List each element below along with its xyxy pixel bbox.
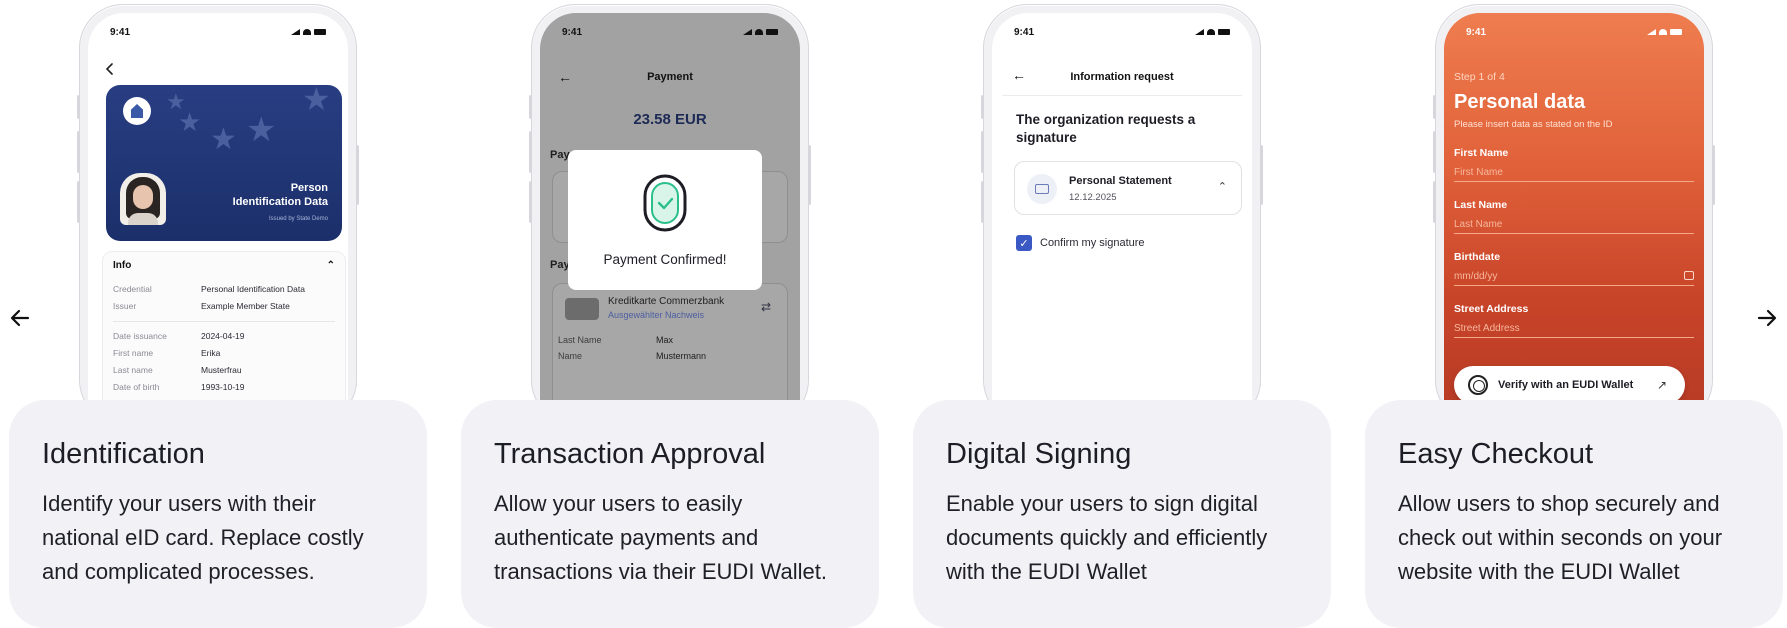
phone-screen: 9:41 ← Information request The organizat…	[992, 13, 1252, 423]
confirmation-modal: Payment Confirmed!	[568, 150, 762, 290]
back-chevron-icon[interactable]	[104, 63, 116, 75]
phone-mockup: 9:41 ★ ★ ★ ★ ★ Person Identification Dat…	[77, 4, 359, 424]
form-title: Personal data	[1454, 91, 1586, 113]
slide-identification: 9:41 ★ ★ ★ ★ ★ Person Identification Dat…	[9, 0, 427, 628]
last-name-field[interactable]: Last Name Last Name	[1454, 199, 1694, 239]
signal-icon	[1647, 29, 1656, 35]
battery-icon	[314, 29, 326, 35]
phone-mockup: 9:41 ← Information request The organizat…	[981, 4, 1263, 424]
card-description: Enable your users to sign digital docume…	[946, 491, 1268, 584]
phone-screen: 9:41 ★ ★ ★ ★ ★ Person Identification Dat…	[88, 13, 348, 423]
status-time: 9:41	[562, 26, 583, 38]
slide-digital-signing: 9:41 ← Information request The organizat…	[913, 0, 1331, 628]
star-icon: ★	[178, 107, 202, 137]
checkbox-label: Confirm my signature	[1040, 237, 1145, 249]
pay-section-label: Pay	[550, 149, 570, 161]
card-description: Allow your users to easily authenticate …	[494, 491, 827, 584]
slide-easy-checkout: 9:41 Step 1 of 4 Personal data Please in…	[1365, 0, 1783, 628]
screen-title: Payment	[647, 71, 693, 83]
card-subtitle: Ausgewählter Nachweis	[608, 310, 705, 320]
info-row: Credential Personal Identification Data	[113, 284, 305, 294]
credit-card-icon	[565, 298, 599, 320]
status-bar: 9:41	[1466, 25, 1682, 39]
swap-icon[interactable]: ⇄	[761, 300, 771, 314]
portrait-photo	[120, 173, 166, 225]
calendar-icon[interactable]	[1684, 271, 1694, 280]
signal-icon	[743, 29, 752, 35]
divider	[113, 321, 335, 322]
birthdate-field[interactable]: Birthdate mm/dd/yy	[1454, 251, 1694, 291]
phone-screen: 9:41 Step 1 of 4 Personal data Please in…	[1444, 13, 1704, 423]
chevron-up-icon: ⌃	[326, 260, 335, 271]
wifi-icon	[303, 29, 311, 35]
phone-mockup: 9:41 ← Payment 23.58 EUR Pay Payment met…	[529, 4, 811, 424]
phone-mockup: 9:41 Step 1 of 4 Personal data Please in…	[1433, 4, 1715, 424]
card-title: Transaction Approval	[494, 438, 766, 470]
status-time: 9:41	[1466, 26, 1487, 38]
status-bar: 9:41	[1014, 25, 1230, 39]
verify-eudi-wallet-button[interactable]: Verify with an EUDI Wallet ↗	[1454, 366, 1685, 404]
info-row: Date issuance 2024-04-19	[113, 331, 245, 341]
chevron-up-icon[interactable]: ⌃	[1218, 180, 1227, 193]
step-indicator: Step 1 of 4	[1454, 71, 1505, 83]
first-name-field[interactable]: First Name First Name	[1454, 147, 1694, 187]
info-row: Issuer Example Member State	[113, 301, 290, 311]
state-seal-icon	[123, 97, 151, 125]
wifi-icon	[755, 29, 763, 35]
feature-card: Easy Checkout Allow users to shop secure…	[1365, 400, 1783, 628]
star-icon: ★	[302, 85, 331, 117]
external-link-icon: ↗	[1656, 378, 1667, 392]
status-time: 9:41	[1014, 26, 1035, 38]
wifi-icon	[1207, 29, 1215, 35]
id-card-title: Person Identification Data	[232, 182, 328, 208]
confirmation-text: Payment Confirmed!	[603, 252, 727, 267]
slide-transaction-approval: 9:41 ← Payment 23.58 EUR Pay Payment met…	[461, 0, 879, 628]
card-title: Digital Signing	[946, 438, 1132, 470]
document-card[interactable]: Personal Statement 12.12.2025 ⌃	[1014, 161, 1242, 215]
battery-icon	[766, 29, 778, 35]
wifi-icon	[1659, 29, 1667, 35]
card-name: Kreditkarte Commerzbank	[608, 296, 725, 307]
battery-icon	[1218, 29, 1230, 35]
document-name: Personal Statement	[1069, 175, 1172, 187]
card-description: Allow users to shop securely and check o…	[1398, 491, 1723, 584]
payment-method-card[interactable]: Kreditkarte Commerzbank Ausgewählter Nac…	[552, 283, 788, 413]
document-icon	[1027, 174, 1057, 204]
checkmark-icon: ✓	[1016, 235, 1032, 251]
card-description: Identify your users with their national …	[42, 491, 364, 584]
info-row: Date of birth 1993-10-19	[113, 382, 245, 392]
screen-title: Information request	[1070, 71, 1174, 83]
info-row: First name Erika	[113, 348, 221, 358]
status-bar: 9:41	[562, 25, 778, 39]
street-address-field[interactable]: Street Address Street Address	[1454, 303, 1694, 343]
signal-icon	[1195, 29, 1204, 35]
feature-card: Transaction Approval Allow your users to…	[461, 400, 879, 628]
info-row: Last Name Max	[558, 335, 674, 345]
star-icon: ★	[246, 111, 277, 149]
battery-icon	[1670, 29, 1682, 35]
confirm-signature-checkbox[interactable]: ✓ Confirm my signature	[1016, 235, 1145, 251]
form-subtitle: Please insert data as stated on the ID	[1454, 119, 1613, 130]
info-header[interactable]: Info ⌃	[113, 260, 335, 271]
feature-card: Identification Identify your users with …	[9, 400, 427, 628]
info-row: Last name Musterfrau	[113, 365, 242, 375]
card-title: Identification	[42, 438, 205, 470]
divider	[1002, 95, 1242, 96]
request-heading: The organization requests a signature	[1016, 112, 1196, 145]
status-bar: 9:41	[110, 25, 326, 39]
id-card[interactable]: ★ ★ ★ ★ ★ Person Identification Data Iss…	[106, 85, 342, 241]
card-title: Easy Checkout	[1398, 438, 1594, 470]
phone-screen: 9:41 ← Payment 23.58 EUR Pay Payment met…	[540, 13, 800, 423]
feature-card: Digital Signing Enable your users to sig…	[913, 400, 1331, 628]
info-panel: Info ⌃ Credential Personal Identification…	[102, 251, 346, 421]
id-card-issuer: Issued by State Demo	[268, 216, 328, 222]
confirmed-shield-icon	[643, 174, 687, 232]
info-row: Name Mustermann	[558, 351, 707, 361]
document-date: 12.12.2025	[1069, 192, 1117, 203]
fingerprint-icon	[1468, 375, 1488, 395]
status-time: 9:41	[110, 26, 131, 38]
payment-amount: 23.58 EUR	[633, 111, 707, 128]
signal-icon	[291, 29, 300, 35]
star-icon: ★	[210, 123, 237, 156]
